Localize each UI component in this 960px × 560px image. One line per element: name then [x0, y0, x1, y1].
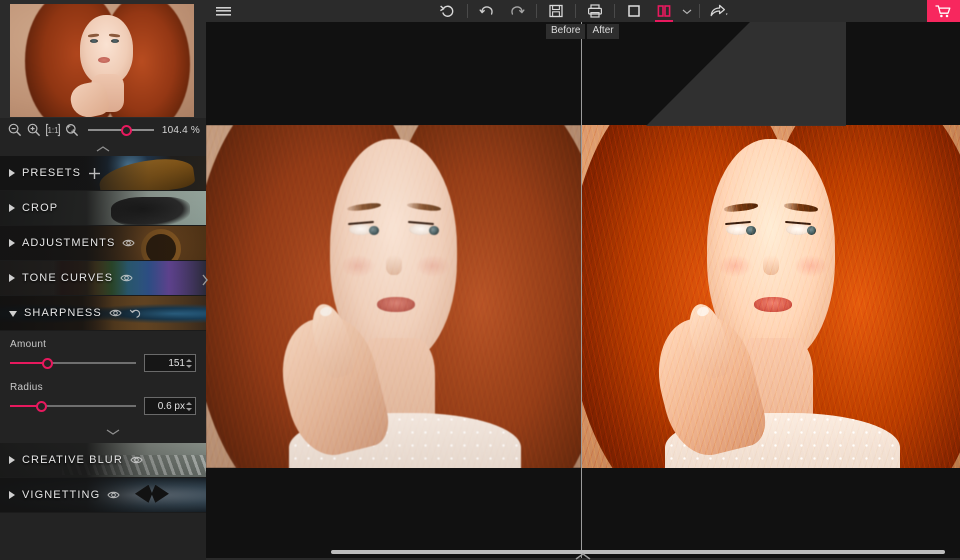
- left-sidebar: 1:1 104.4 % PRESETS CROP ADJUSTMENTS TONE C…: [0, 0, 216, 560]
- before-label: Before: [546, 24, 586, 39]
- collapse-sharpness-chevron[interactable]: [10, 425, 216, 439]
- zoom-in-icon[interactable]: [26, 122, 42, 138]
- photo-hair-strands: [206, 125, 581, 468]
- radius-stepper[interactable]: [186, 398, 193, 414]
- expand-bottom-chevron-icon[interactable]: [572, 552, 594, 560]
- save-button[interactable]: [541, 0, 571, 22]
- section-toggle-collapsed-icon[interactable]: [9, 169, 15, 177]
- section-toggle-collapsed-icon[interactable]: [9, 239, 15, 247]
- thumbnail-eye-left: [90, 39, 99, 44]
- undo-button[interactable]: [472, 0, 502, 22]
- split-view-divider[interactable]: [581, 22, 582, 560]
- adjustment-sections-list: PRESETS CROP ADJUSTMENTS TONE CURVES SHARPNE…: [0, 156, 216, 513]
- cart-button[interactable]: [927, 0, 960, 22]
- preview-thumbnail-container: [0, 0, 206, 118]
- print-button[interactable]: [580, 0, 610, 22]
- canvas-highlight-shape: [646, 22, 846, 126]
- share-button[interactable]: [704, 0, 734, 22]
- amount-slider[interactable]: [10, 356, 136, 370]
- zoom-level-value: 104.4 %: [161, 124, 200, 136]
- sidebar-collapse-handle[interactable]: [200, 262, 210, 298]
- section-row-adjust[interactable]: ADJUSTMENTS: [0, 226, 206, 261]
- section-toggle-collapsed-icon[interactable]: [9, 456, 15, 464]
- section-label: ADJUSTMENTS: [22, 237, 116, 249]
- chevron-down-icon[interactable]: [679, 0, 695, 22]
- horizontal-scrollbar-thumb[interactable]: [331, 550, 945, 554]
- top-toolbar: [206, 0, 960, 22]
- visibility-eye-icon[interactable]: [130, 455, 143, 465]
- main-area: Before After: [206, 0, 960, 560]
- toolbar-divider: [698, 4, 700, 18]
- split-view-button[interactable]: [649, 0, 679, 22]
- reset-section-icon[interactable]: [129, 308, 142, 319]
- redo-button[interactable]: [502, 0, 532, 22]
- section-row-sharpness[interactable]: SHARPNESS: [0, 296, 206, 331]
- radius-input[interactable]: 0.6 px: [144, 397, 196, 415]
- visibility-eye-icon[interactable]: [107, 490, 120, 500]
- svg-text:1:1: 1:1: [47, 126, 59, 135]
- radius-slider-handle[interactable]: [36, 400, 47, 412]
- section-label: CREATIVE BLUR: [22, 454, 123, 466]
- visibility-eye-icon[interactable]: [122, 238, 136, 248]
- zoom-out-icon[interactable]: [7, 122, 23, 138]
- reset-all-button[interactable]: [433, 0, 463, 22]
- section-row-presets[interactable]: PRESETS: [0, 156, 206, 191]
- before-image-pane[interactable]: [206, 125, 581, 468]
- section-row-vignette[interactable]: VIGNETTING: [0, 478, 206, 513]
- toolbar-divider: [466, 4, 468, 18]
- section-toggle-collapsed-icon[interactable]: [9, 491, 15, 499]
- section-label: TONE CURVES: [22, 272, 114, 284]
- control-radius: Radius 0.6 px: [10, 382, 196, 415]
- before-after-labels: Before After: [546, 24, 619, 39]
- section-toggle-collapsed-icon[interactable]: [9, 204, 15, 212]
- actual-size-icon[interactable]: 1:1: [45, 122, 61, 138]
- control-amount: Amount 151: [10, 339, 196, 372]
- after-image-pane[interactable]: [582, 125, 960, 468]
- single-view-button[interactable]: [619, 0, 649, 22]
- section-toggle-collapsed-icon[interactable]: [9, 274, 15, 282]
- amount-slider-handle[interactable]: [42, 357, 54, 369]
- zoom-slider-handle[interactable]: [120, 124, 132, 136]
- image-canvas[interactable]: Before After: [206, 22, 960, 560]
- toolbar-divider: [613, 4, 615, 18]
- after-photo: [582, 125, 960, 468]
- photo-editor-window: 1:1 104.4 % PRESETS CROP ADJUSTMENTS TONE C…: [0, 0, 960, 560]
- section-row-tone[interactable]: TONE CURVES: [0, 261, 206, 296]
- toolbar-divider: [535, 4, 537, 18]
- sharpness-controls: Amount 151 Radius 0.6 px: [0, 331, 216, 443]
- section-row-blur[interactable]: CREATIVE BLUR: [0, 443, 206, 478]
- section-row-crop[interactable]: CROP: [0, 191, 206, 226]
- toolbar-center-group: [206, 0, 960, 22]
- control-amount-label: Amount: [10, 339, 47, 350]
- after-label: After: [587, 24, 619, 39]
- collapse-preview-chevron[interactable]: [0, 142, 206, 156]
- preview-thumbnail-image[interactable]: [10, 4, 194, 117]
- section-label: SHARPNESS: [24, 307, 102, 319]
- radius-slider[interactable]: [10, 399, 136, 413]
- visibility-eye-icon[interactable]: [120, 273, 133, 283]
- section-label: VIGNETTING: [22, 489, 101, 501]
- fit-to-screen-icon[interactable]: [64, 122, 80, 138]
- section-label: CROP: [22, 202, 59, 214]
- zoom-slider[interactable]: [88, 123, 154, 137]
- toolbar-divider: [574, 4, 576, 18]
- section-toggle-expanded-icon[interactable]: [9, 311, 17, 317]
- amount-input[interactable]: 151: [144, 354, 196, 372]
- before-photo: [206, 125, 581, 468]
- zoom-toolbar: 1:1 104.4 %: [0, 118, 206, 142]
- photo-hair-strands: [582, 125, 960, 468]
- amount-stepper[interactable]: [186, 355, 193, 371]
- control-radius-label: Radius: [10, 382, 43, 393]
- section-label: PRESETS: [22, 167, 82, 179]
- add-preset-icon[interactable]: [88, 167, 101, 180]
- visibility-eye-icon[interactable]: [109, 308, 122, 318]
